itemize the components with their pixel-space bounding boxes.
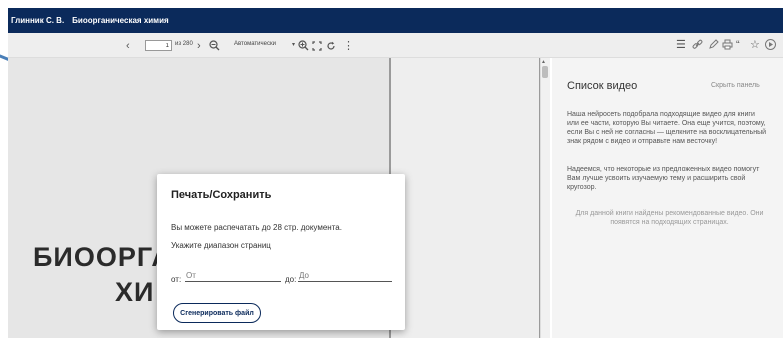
from-label: от: — [171, 275, 182, 284]
chevron-down-icon: ▾ — [292, 42, 296, 48]
book-title-line-1: БИООРГА — [33, 242, 172, 272]
list-icon[interactable]: ☰ — [676, 37, 686, 52]
document-scrollbar[interactable] — [540, 58, 550, 338]
page-total: из 280 — [175, 41, 193, 47]
author-name: Глинник С. В. — [11, 16, 65, 25]
link-icon[interactable] — [692, 37, 703, 52]
chevron-right-icon[interactable]: › — [197, 38, 201, 53]
print-limit-text: Вы можете распечатать до 28 стр. докумен… — [171, 223, 342, 232]
title-bar: Глинник С. В. Биоорганическая химия — [8, 8, 783, 33]
print-icon[interactable] — [722, 37, 733, 52]
generate-file-button[interactable]: Сгенерировать файл — [173, 303, 261, 323]
star-icon[interactable]: ☆ — [750, 37, 760, 52]
from-page-input[interactable] — [185, 269, 281, 282]
hide-panel-link[interactable]: Скрыть панель — [711, 82, 760, 89]
zoom-in-icon[interactable] — [298, 38, 309, 53]
chevron-left-icon[interactable]: ‹ — [126, 38, 130, 53]
video-panel-title: Список видео — [567, 80, 638, 92]
dialog-title: Печать/Сохранить — [171, 189, 272, 201]
toolbar: ‹ из 280 › Автоматически ▾ ⋮ ☰ “ ☆ — [8, 33, 783, 58]
range-label: Укажите диапазон страниц — [171, 241, 271, 250]
book-title-line-2: ХИ — [115, 277, 155, 307]
quote-icon[interactable]: “ — [736, 37, 740, 52]
video-panel — [552, 58, 783, 338]
pdf-viewer: Глинник С. В. Биоорганическая химия ‹ из… — [0, 0, 783, 338]
scrollbar-thumb[interactable] — [542, 66, 548, 78]
video-panel-intro: Наша нейросеть подобрала подходящие виде… — [567, 111, 767, 145]
document-page-next — [391, 58, 539, 338]
to-label: до: — [285, 275, 297, 284]
pen-icon[interactable] — [708, 37, 719, 52]
video-panel-hope: Надеемся, что некоторые из предложенных … — [567, 166, 760, 191]
print-dialog: Печать/Сохранить Вы можете распечатать д… — [157, 174, 405, 330]
video-panel-note: Для данной книги найдены рекомендованные… — [575, 210, 764, 226]
scroll-up-icon[interactable]: ▲ — [541, 59, 546, 65]
book-name: Биоорганическая химия — [72, 16, 169, 25]
zoom-select[interactable]: Автоматически — [234, 41, 276, 47]
rotate-icon[interactable] — [326, 38, 336, 53]
more-icon[interactable]: ⋮ — [343, 38, 354, 53]
fullscreen-icon[interactable] — [312, 38, 322, 53]
zoom-out-icon[interactable] — [209, 38, 220, 53]
to-page-input[interactable] — [298, 269, 392, 282]
play-icon[interactable] — [765, 37, 776, 52]
page-number-input[interactable] — [145, 40, 172, 51]
